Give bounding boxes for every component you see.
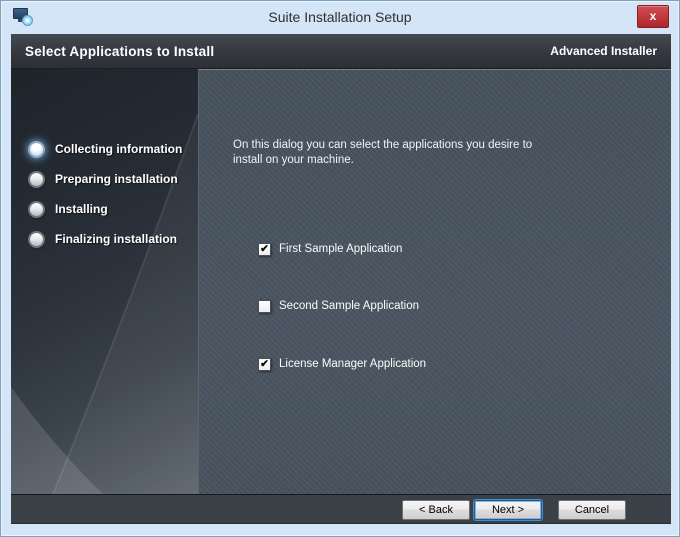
- description-line-2: install on your machine.: [233, 154, 354, 166]
- step-label: Installing: [55, 202, 108, 216]
- step-label: Collecting information: [55, 142, 183, 156]
- step-label: Preparing installation: [55, 172, 178, 186]
- check-icon: ✔: [260, 242, 269, 255]
- step-bullet-icon: [30, 172, 43, 186]
- checkbox-label: First Sample Application: [279, 243, 403, 255]
- page-title: Select Applications to Install: [25, 43, 215, 59]
- check-icon: ✔: [260, 357, 269, 370]
- checkbox-unchecked-icon[interactable]: [258, 299, 271, 313]
- installer-window: Suite Installation Setup x Select Applic…: [0, 0, 680, 537]
- titlebar: Suite Installation Setup x: [1, 1, 679, 34]
- back-button[interactable]: < Back: [402, 500, 470, 520]
- checkbox-row-second-sample-application[interactable]: Second Sample Application: [258, 298, 419, 314]
- description-line-1: On this dialog you can select the applic…: [233, 139, 533, 151]
- next-button[interactable]: Next >: [474, 500, 542, 520]
- window-title: Suite Installation Setup: [268, 9, 412, 25]
- checkbox-label: Second Sample Application: [279, 300, 420, 312]
- cancel-button[interactable]: Cancel: [558, 500, 626, 520]
- step-bullet-icon: [30, 232, 43, 246]
- step-bullet-icon: [30, 142, 43, 156]
- sidebar-swoosh-decoration: [11, 113, 198, 494]
- sidebar: Collecting information Preparing install…: [11, 69, 198, 494]
- checkbox-checked-icon[interactable]: ✔: [258, 242, 271, 256]
- checkbox-row-first-sample-application[interactable]: ✔ First Sample Application: [258, 241, 402, 257]
- dialog-description: On this dialog you can select the applic…: [233, 138, 532, 168]
- step-installing: Installing: [11, 194, 198, 224]
- checkbox-row-license-manager-application[interactable]: ✔ License Manager Application: [258, 356, 426, 372]
- close-icon: x: [649, 9, 657, 23]
- checkbox-checked-icon[interactable]: ✔: [258, 357, 271, 371]
- close-button[interactable]: x: [637, 5, 669, 28]
- content-area: Collecting information Preparing install…: [11, 69, 671, 494]
- progress-steps: Collecting information Preparing install…: [11, 134, 198, 254]
- step-label: Finalizing installation: [55, 232, 178, 246]
- step-preparing-installation: Preparing installation: [11, 164, 198, 194]
- brand-label: Advanced Installer: [550, 44, 657, 58]
- page-header: Select Applications to Install Advanced …: [11, 34, 671, 69]
- button-bar: < Back Next > Cancel: [11, 494, 671, 524]
- checkbox-label: License Manager Application: [279, 358, 427, 370]
- step-collecting-information: Collecting information: [11, 134, 198, 164]
- step-bullet-icon: [30, 202, 43, 216]
- main-panel: On this dialog you can select the applic…: [198, 69, 671, 494]
- step-finalizing-installation: Finalizing installation: [11, 224, 198, 254]
